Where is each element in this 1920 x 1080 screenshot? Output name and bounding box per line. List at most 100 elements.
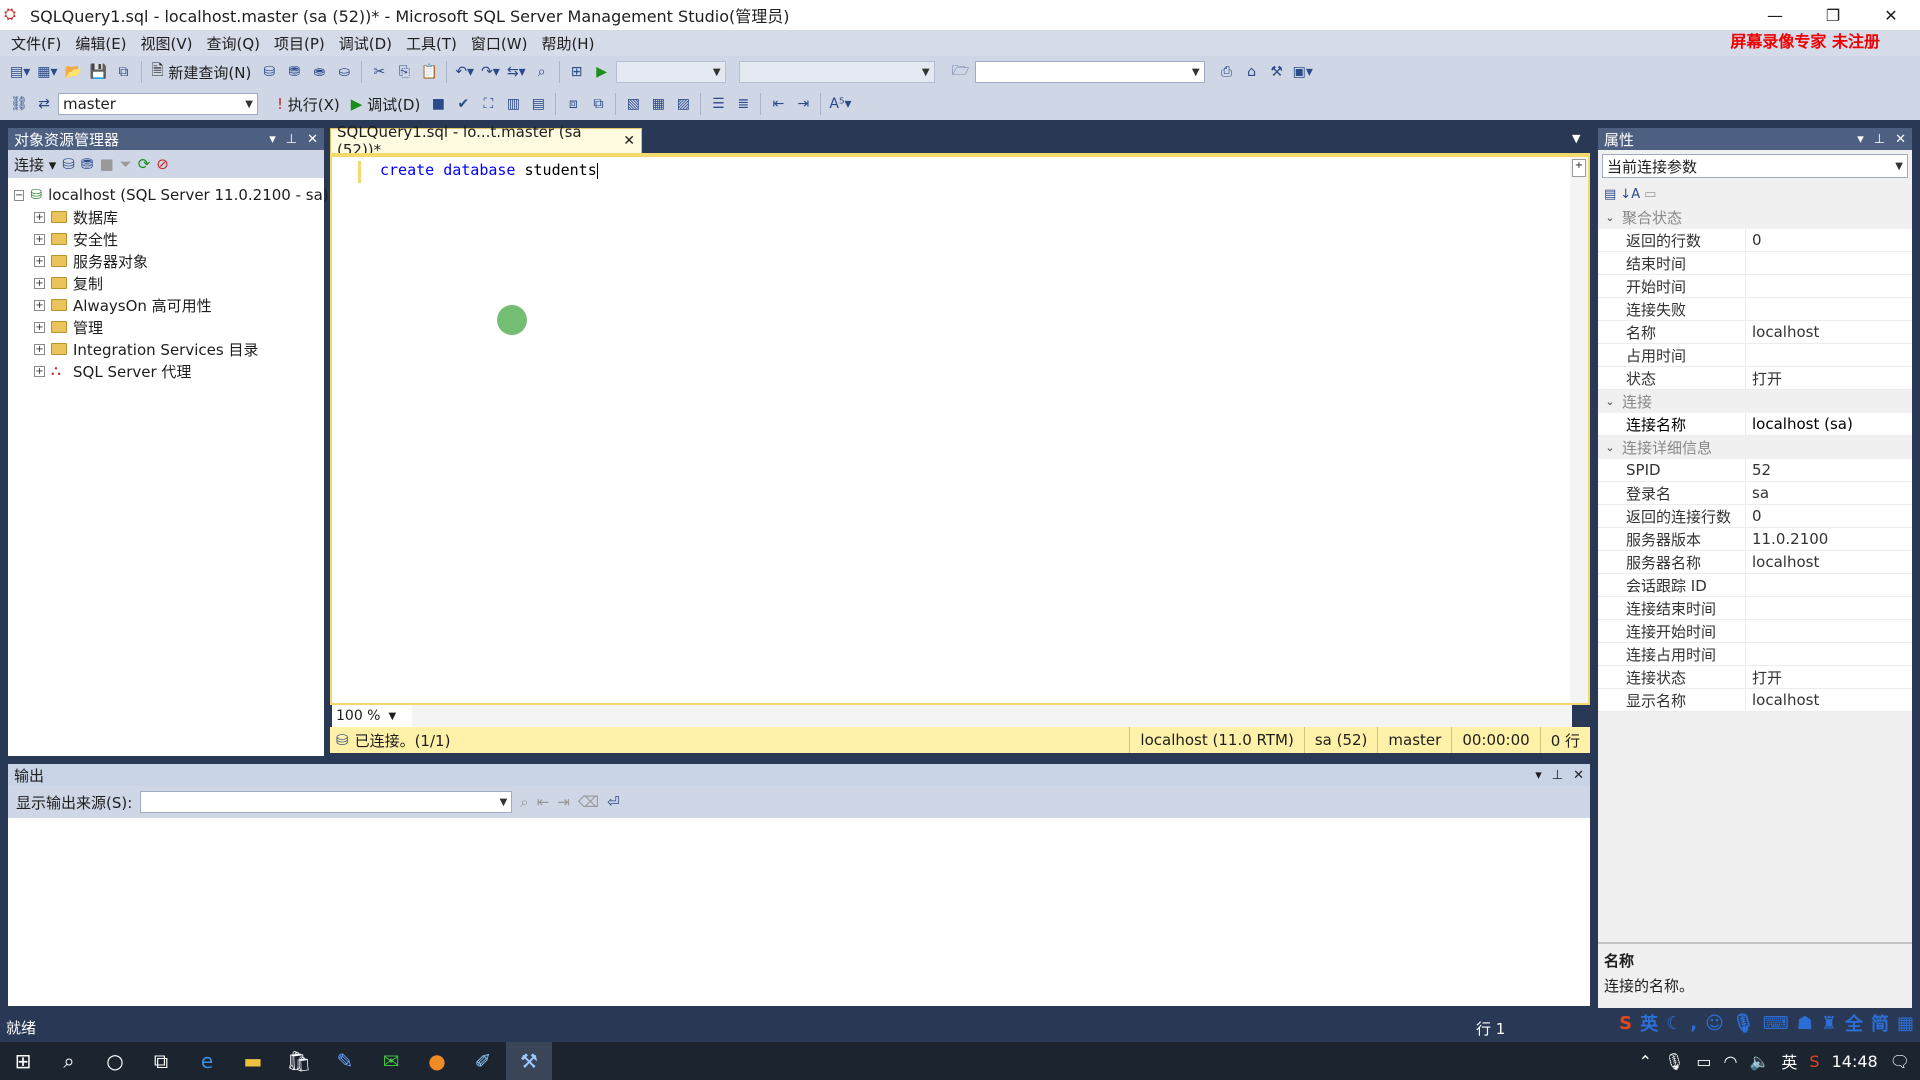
menu-edit[interactable]: 编辑(E): [68, 33, 133, 54]
toolbox-icon[interactable]: ▣▾: [1291, 60, 1315, 84]
clear-all-icon[interactable]: ⌫: [578, 793, 599, 811]
tree-node-sql-agent[interactable]: + ⛬ SQL Server 代理: [8, 360, 324, 382]
notification-icon[interactable]: 🗨: [1890, 1052, 1910, 1071]
property-row[interactable]: 连接占用时间: [1598, 643, 1912, 666]
connect-icon[interactable]: ⛓: [8, 92, 30, 116]
new-query-button[interactable]: 🗎 新建查询(N): [148, 60, 256, 84]
property-row[interactable]: 连接结束时间: [1598, 597, 1912, 620]
property-row[interactable]: 返回的连接行数 0: [1598, 505, 1912, 528]
analysis-query-icon[interactable]: ⛃: [283, 60, 305, 84]
sql-editor[interactable]: create database students +: [330, 153, 1590, 705]
file-explorer-app[interactable]: ▬: [230, 1042, 276, 1080]
mdx-query-icon[interactable]: ⛂: [308, 60, 330, 84]
tab-sqlquery1[interactable]: SQLQuery1.sql - lo...t.master (sa (52))*…: [330, 123, 642, 159]
close-icon[interactable]: ✕: [1895, 132, 1906, 147]
property-row[interactable]: 连接开始时间: [1598, 620, 1912, 643]
connect-dropdown-button[interactable]: 连接 ▾: [14, 154, 56, 175]
parse-icon[interactable]: ✔: [452, 92, 474, 116]
tree-node-alwayson[interactable]: + AlwaysOn 高可用性: [8, 294, 324, 316]
dropdown-icon[interactable]: ▾: [1535, 768, 1542, 783]
show-hidden-icons-icon[interactable]: ⌃: [1639, 1052, 1652, 1071]
intellisense-icon[interactable]: ▤: [527, 92, 549, 116]
moon-icon[interactable]: ☾: [1666, 1013, 1682, 1034]
save-icon[interactable]: 💾: [88, 60, 110, 84]
wechat-app[interactable]: ✉: [368, 1042, 414, 1080]
dropdown-icon[interactable]: ▾: [269, 132, 276, 147]
find-combo[interactable]: ▼: [974, 61, 1205, 83]
menu-help[interactable]: 帮助(H): [534, 33, 601, 54]
property-row[interactable]: 服务器名称 localhost: [1598, 551, 1912, 574]
change-connection-icon[interactable]: ⇄: [33, 92, 55, 116]
collapse-chevron-icon[interactable]: ⌄: [1598, 395, 1622, 408]
available-databases-dropdown[interactable]: master ▼: [58, 93, 258, 115]
decrease-indent-icon[interactable]: ⇤: [767, 92, 789, 116]
tree-node-integration-services[interactable]: + Integration Services 目录: [8, 338, 324, 360]
solution-platform-dropdown[interactable]: ▼: [738, 61, 935, 83]
property-row[interactable]: 名称 localhost: [1598, 321, 1912, 344]
property-row[interactable]: 服务器版本 11.0.2100: [1598, 528, 1912, 551]
solution-icon[interactable]: ⊞: [566, 60, 588, 84]
tree-node-replication[interactable]: + 复制: [8, 272, 324, 294]
include-plan-icon[interactable]: ⧈: [562, 92, 584, 116]
property-row[interactable]: 登录名 sa: [1598, 482, 1912, 505]
tray-ime-language[interactable]: 英: [1781, 1049, 1797, 1073]
tab-list-dropdown-icon[interactable]: ▼: [1572, 132, 1580, 145]
navigate-icon[interactable]: ⇆▾: [505, 60, 528, 84]
debug-button[interactable]: ▶ 调试(D): [347, 92, 425, 116]
split-window-button[interactable]: +: [1572, 159, 1586, 177]
wifi-icon[interactable]: ◠: [1724, 1052, 1738, 1071]
redo-icon[interactable]: ↷▾: [479, 60, 502, 84]
comment-icon[interactable]: ☰: [707, 92, 729, 116]
filter-icon[interactable]: ⏷: [120, 155, 132, 173]
property-category[interactable]: ⌄ 连接: [1598, 390, 1912, 413]
registered-servers-icon[interactable]: ⎙: [1216, 60, 1238, 84]
find-icon[interactable]: ⌕: [531, 60, 553, 84]
cancel-execution-icon[interactable]: ■: [427, 92, 449, 116]
property-pages-icon[interactable]: ▭: [1644, 187, 1656, 202]
ime-language[interactable]: 英: [1640, 1010, 1658, 1036]
code-line-1[interactable]: create database students: [380, 161, 598, 179]
menu-grid-icon[interactable]: ▦: [1897, 1013, 1914, 1034]
menu-window[interactable]: 窗口(W): [464, 33, 535, 54]
pin-icon[interactable]: ⊥: [1552, 768, 1563, 783]
restore-button[interactable]: ❐: [1804, 0, 1862, 30]
close-icon[interactable]: ✕: [307, 132, 318, 147]
open-folder-icon[interactable]: 📂: [63, 60, 85, 84]
app-pinned-1[interactable]: ✎: [322, 1042, 368, 1080]
menu-debug[interactable]: 调试(D): [332, 33, 399, 54]
property-row[interactable]: SPID 52: [1598, 459, 1912, 482]
start-button[interactable]: ⊞: [0, 1042, 46, 1080]
cut-icon[interactable]: ✂: [368, 60, 390, 84]
editor-vertical-scrollbar[interactable]: [1570, 157, 1588, 703]
editor-horizontal-scrollbar[interactable]: [412, 705, 1572, 727]
sogou-tray-icon[interactable]: S: [1809, 1052, 1819, 1071]
microphone-icon[interactable]: 🎙: [1732, 1013, 1755, 1034]
copy-icon[interactable]: ⎘: [393, 60, 415, 84]
pin-icon[interactable]: ⊥: [1874, 132, 1885, 147]
user-icon[interactable]: ☗: [1797, 1013, 1813, 1034]
db-engine-query-icon[interactable]: ⛁: [258, 60, 280, 84]
volume-icon[interactable]: 🔈: [1749, 1052, 1769, 1071]
client-stats-icon[interactable]: ⧉: [587, 92, 609, 116]
emoji-icon[interactable]: ☺: [1705, 1013, 1724, 1034]
zoom-dropdown[interactable]: 100 % ▼: [332, 705, 412, 727]
results-text-icon[interactable]: ▧: [622, 92, 644, 116]
punctuation-icon[interactable]: ,: [1690, 1013, 1697, 1034]
property-category[interactable]: ⌄ 连接详细信息: [1598, 436, 1912, 459]
menu-view[interactable]: 视图(V): [134, 33, 200, 54]
cortana-button[interactable]: ○: [92, 1042, 138, 1080]
dropdown-icon[interactable]: ▾: [1857, 132, 1864, 147]
add-item-icon[interactable]: ▦▾: [35, 60, 59, 84]
expand-icon[interactable]: +: [34, 343, 45, 355]
connect-server-icon[interactable]: ⛁: [62, 155, 75, 173]
expand-icon[interactable]: +: [34, 211, 45, 223]
output-source-dropdown[interactable]: ▼: [140, 791, 513, 813]
collapse-chevron-icon[interactable]: ⌄: [1598, 441, 1622, 454]
refresh-icon[interactable]: ⟳: [138, 155, 151, 173]
simplified-icon[interactable]: 简: [1871, 1010, 1889, 1036]
battery-icon[interactable]: ▭: [1696, 1052, 1711, 1071]
sogou-logo-icon[interactable]: S: [1619, 1013, 1632, 1034]
results-grid-icon[interactable]: ▦: [647, 92, 669, 116]
prev-message-icon[interactable]: ⇤: [537, 793, 550, 811]
display-plan-icon[interactable]: ⛶: [477, 92, 499, 116]
